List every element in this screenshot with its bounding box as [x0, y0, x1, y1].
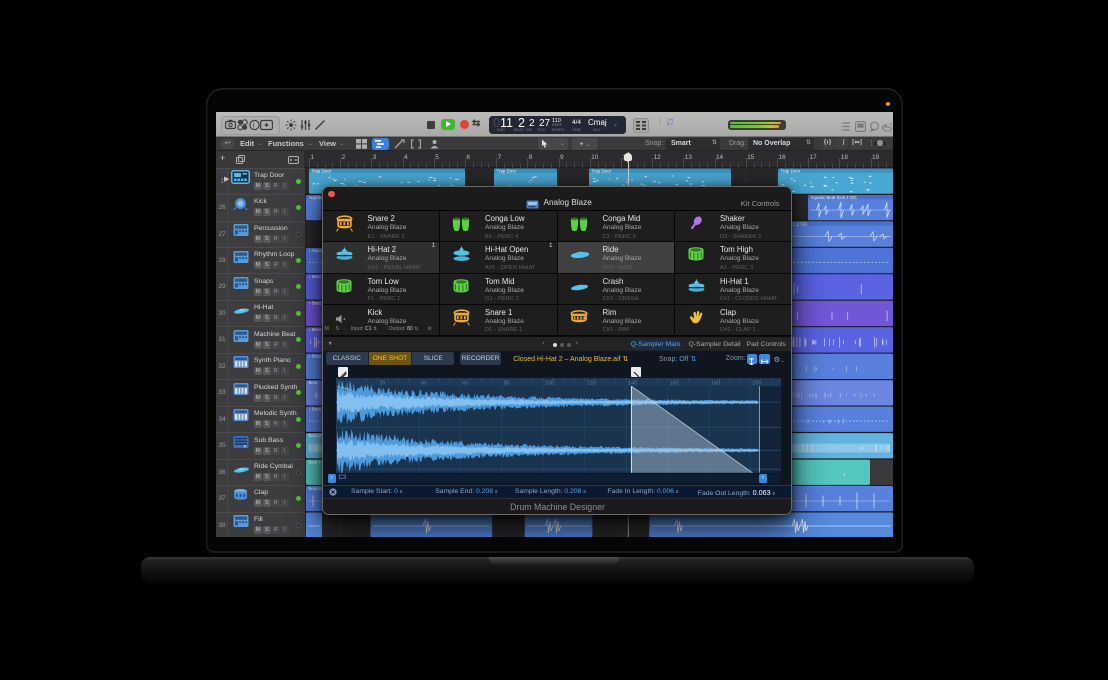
svg-text:80: 80: [503, 380, 509, 386]
svg-text:120: 120: [586, 380, 595, 386]
svg-text:180: 180: [711, 380, 720, 386]
svg-text:Beat F: Beat F: [309, 460, 322, 465]
svg-text:♪ Beat: ♪ Beat: [309, 354, 322, 359]
svg-text:♪ Beat: ♪ Beat: [309, 301, 322, 306]
svg-text:140: 140: [628, 380, 637, 386]
svg-text:♪ Beat: ♪ Beat: [309, 407, 322, 412]
svg-text:Trap Door: Trap Door: [592, 168, 612, 173]
svg-text:60: 60: [462, 380, 468, 386]
svg-text:Trap Door: Trap Door: [312, 168, 332, 173]
svg-text:20: 20: [379, 380, 385, 386]
svg-text:Trap Door: Trap Door: [781, 168, 801, 173]
svg-text:40: 40: [420, 380, 426, 386]
svg-text:100: 100: [545, 380, 554, 386]
svg-text:Aquatic Beat Kick 2 GG: Aquatic Beat Kick 2 GG: [811, 195, 858, 200]
svg-text:♪ Beat: ♪ Beat: [309, 327, 322, 332]
svg-text:♪ Beat: ♪ Beat: [309, 274, 322, 279]
svg-text:160: 160: [669, 380, 678, 386]
svg-text:i: i: [253, 122, 255, 129]
svg-text:200: 200: [752, 380, 761, 386]
svg-text:Trap Door: Trap Door: [497, 168, 517, 173]
svg-text:Beat: Beat: [309, 380, 319, 385]
